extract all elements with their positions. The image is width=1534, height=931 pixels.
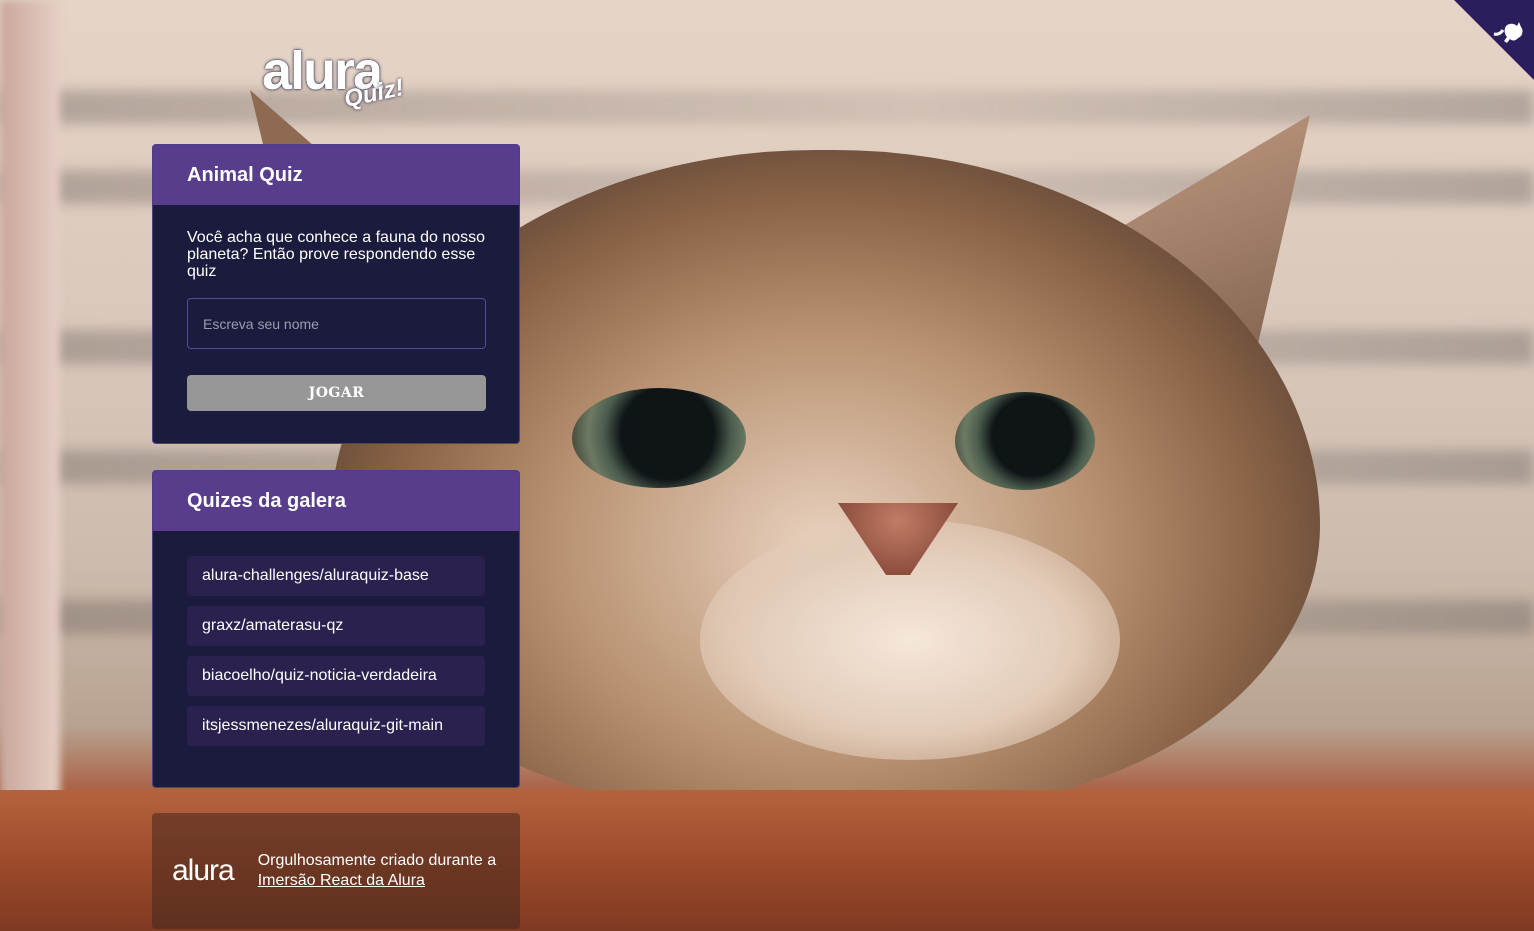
- quiz-description: Você acha que conhece a fauna do nosso p…: [187, 229, 486, 280]
- community-title: Quizes da galera: [187, 489, 346, 512]
- quiz-widget-header: Animal Quiz: [153, 145, 519, 205]
- community-quiz-link[interactable]: alura-challenges/aluraquiz-base: [187, 556, 485, 596]
- community-quiz-link[interactable]: graxz/amaterasu-qz: [187, 606, 485, 646]
- alura-quiz-logo: alura Quiz!: [262, 44, 412, 124]
- community-quiz-link[interactable]: biacoelho/quiz-noticia-verdadeira: [187, 656, 485, 696]
- background-cat-image: [0, 0, 1534, 931]
- name-form: JOGAR: [187, 298, 486, 411]
- community-quiz-list: alura-challenges/aluraquiz-base graxz/am…: [187, 556, 485, 746]
- github-corner-link[interactable]: [1454, 0, 1534, 80]
- github-octocat-icon: [1454, 0, 1534, 80]
- footer: alura Orgulhosamente criado durante a Im…: [152, 813, 520, 929]
- quiz-widget: Animal Quiz Você acha que conhece a faun…: [152, 144, 520, 444]
- imersao-react-link[interactable]: Imersão React da Alura: [258, 872, 425, 889]
- footer-alura-logo[interactable]: alura: [172, 854, 235, 888]
- community-widget-header: Quizes da galera: [153, 471, 519, 531]
- play-button[interactable]: JOGAR: [187, 375, 486, 411]
- footer-text-prefix: Orgulhosamente criado durante a: [257, 852, 497, 869]
- community-quizzes-widget: Quizes da galera alura-challenges/aluraq…: [152, 470, 520, 788]
- quiz-title: Animal Quiz: [187, 163, 303, 186]
- name-input[interactable]: [187, 298, 486, 349]
- footer-text: Orgulhosamente criado durante a Imersão …: [258, 851, 500, 891]
- community-quiz-link[interactable]: itsjessmenezes/aluraquiz-git-main: [187, 706, 485, 746]
